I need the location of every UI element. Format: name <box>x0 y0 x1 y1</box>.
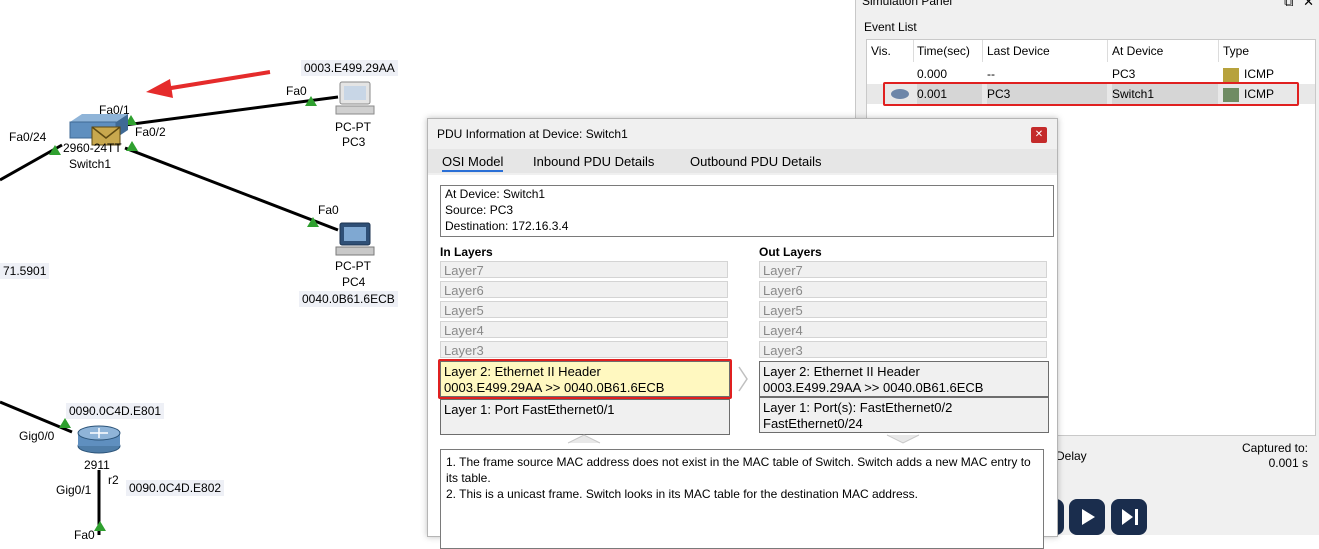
red-arrow-annotation <box>146 70 271 98</box>
router-icon[interactable] <box>77 425 121 454</box>
mac-label-pc4: 0040.0B61.6ECB <box>299 291 398 307</box>
play-button[interactable] <box>1069 499 1105 535</box>
play-icon <box>1082 509 1095 525</box>
router-model-label: 2911 <box>84 458 110 472</box>
pc4-icon[interactable] <box>335 222 375 256</box>
close-button[interactable]: ✕ <box>1031 127 1047 143</box>
tab-inbound-pdu-details[interactable]: Inbound PDU Details <box>533 154 654 169</box>
in-layers-heading: In Layers <box>440 245 493 259</box>
switch-model-label: 2960-24TT <box>63 141 122 155</box>
bottom-port-label: Fa0 <box>74 528 95 542</box>
description-line-1: 1. The frame source MAC address does not… <box>446 455 1031 485</box>
chevron-up-icon <box>567 434 601 444</box>
in-layer-1-text: Layer 1: Port FastEthernet0/1 <box>444 402 615 417</box>
pdu-information-dialog: PDU Information at Device: Switch1 ✕ OSI… <box>427 118 1058 549</box>
out-layer-5[interactable]: Layer5 <box>759 301 1047 318</box>
event-row[interactable]: 0.000 -- PC3 ICMP <box>867 64 1315 84</box>
out-layer-3[interactable]: Layer3 <box>759 341 1047 358</box>
event-list-label: Event List <box>864 20 917 34</box>
tab-osi-model[interactable]: OSI Model <box>442 154 504 172</box>
column-header-last-device[interactable]: Last Device <box>987 44 1050 58</box>
mac-label-pc3: 0003.E499.29AA <box>301 60 398 76</box>
mac-label-partial: 71.5901 <box>0 263 50 279</box>
in-layer-4[interactable]: Layer4 <box>440 321 728 338</box>
pc4-name-label: PC4 <box>342 275 366 289</box>
out-layer-7[interactable]: Layer7 <box>759 261 1047 278</box>
port-label-fa02: Fa0/2 <box>135 125 166 139</box>
pc3-type-label: PC-PT <box>335 120 371 134</box>
event-time: 0.000 <box>917 67 948 81</box>
captured-label: Captured to: <box>1241 441 1308 455</box>
out-layer-2[interactable]: Layer 2: Ethernet II Header 0003.E499.29… <box>759 361 1049 397</box>
out-layer-4[interactable]: Layer4 <box>759 321 1047 338</box>
router-gig00-label: Gig0/0 <box>19 429 55 443</box>
out-layer-2-title: Layer 2: Ethernet II Header <box>763 364 920 379</box>
out-layer-1-line1: Layer 1: Port(s): FastEthernet0/2 <box>763 400 953 415</box>
tab-outbound-pdu-details[interactable]: Outbound PDU Details <box>690 154 822 169</box>
chevron-down-icon <box>886 434 920 444</box>
captured-to: Captured to: 0.001 s <box>1242 441 1308 471</box>
captured-value: 0.001 s <box>1268 456 1308 470</box>
router-name-label: r2 <box>108 473 119 487</box>
column-header-time[interactable]: Time(sec) <box>917 44 970 58</box>
chevron-right-icon <box>738 366 748 392</box>
mac-label-router-gig01: 0090.0C4D.E802 <box>126 480 225 496</box>
undock-icon[interactable]: ⧉ <box>1284 0 1293 9</box>
in-layer-3[interactable]: Layer3 <box>440 341 728 358</box>
mac-label-router-gig00: 0090.0C4D.E801 <box>66 403 165 419</box>
column-header-vis[interactable]: Vis. <box>871 44 891 58</box>
event-at-device: PC3 <box>1112 67 1136 81</box>
close-icon[interactable]: ✕ <box>1303 0 1314 9</box>
port-label-fa01: Fa0/1 <box>99 103 130 117</box>
out-layer-2-mac: 0003.E499.29AA >> 0040.0B61.6ECB <box>763 380 984 395</box>
link-switch-pc4 <box>124 146 339 232</box>
panel-window-controls: ⧉ ✕ <box>1284 0 1314 10</box>
osi-model-panel: At Device: Switch1 Source: PC3 Destinati… <box>428 175 1057 549</box>
in-layer-6[interactable]: Layer6 <box>440 281 728 298</box>
out-layers-heading: Out Layers <box>759 245 822 259</box>
pc4-type-label: PC-PT <box>335 259 371 273</box>
column-header-type[interactable]: Type <box>1223 44 1249 58</box>
dialog-tabs: OSI Model Inbound PDU Details Outbound P… <box>428 149 1057 173</box>
highlight-box-layer2 <box>438 359 732 399</box>
source-text: Source: PC3 <box>445 203 514 217</box>
in-layer-1[interactable]: Layer 1: Port FastEthernet0/1 <box>440 399 730 435</box>
delay-label: Delay <box>1056 449 1087 463</box>
event-type: ICMP <box>1244 67 1274 81</box>
router-gig01-label: Gig0/1 <box>56 483 92 497</box>
in-layer-5[interactable]: Layer5 <box>440 301 728 318</box>
dialog-title: PDU Information at Device: Switch1 <box>437 127 628 141</box>
device-info-box: At Device: Switch1 Source: PC3 Destinati… <box>440 185 1054 237</box>
port-label-fa024: Fa0/24 <box>9 130 47 144</box>
at-device-text: At Device: Switch1 <box>445 187 546 201</box>
out-layer-6[interactable]: Layer6 <box>759 281 1047 298</box>
event-last-device: -- <box>987 67 995 81</box>
out-layer-1[interactable]: Layer 1: Port(s): FastEthernet0/2 FastEt… <box>759 397 1049 433</box>
pc3-name-label: PC3 <box>342 135 366 149</box>
highlight-box-event <box>883 82 1299 106</box>
link-up-indicator <box>126 141 138 151</box>
event-type-color[interactable] <box>1223 68 1239 82</box>
switch-name-label: Switch1 <box>69 157 112 171</box>
column-header-at-device[interactable]: At Device <box>1112 44 1163 58</box>
destination-text: Destination: 172.16.3.4 <box>445 219 569 233</box>
pc4-port-label: Fa0 <box>318 203 339 217</box>
link-up-indicator <box>59 418 71 428</box>
pc3-icon[interactable] <box>335 81 375 115</box>
simulation-panel-title: Simulation Panel <box>862 0 953 8</box>
step-forward-icon <box>1122 509 1138 525</box>
out-layer-1-line2: FastEthernet0/24 <box>763 416 863 431</box>
in-layer-7[interactable]: Layer7 <box>440 261 728 278</box>
pc3-port-label: Fa0 <box>286 84 307 98</box>
layer-description-box[interactable]: 1. The frame source MAC address does not… <box>440 449 1044 549</box>
step-forward-button[interactable] <box>1111 499 1147 535</box>
description-line-2: 2. This is a unicast frame. Switch looks… <box>446 487 918 501</box>
link-up-indicator <box>94 521 106 531</box>
link-switch-pc3 <box>124 95 339 127</box>
